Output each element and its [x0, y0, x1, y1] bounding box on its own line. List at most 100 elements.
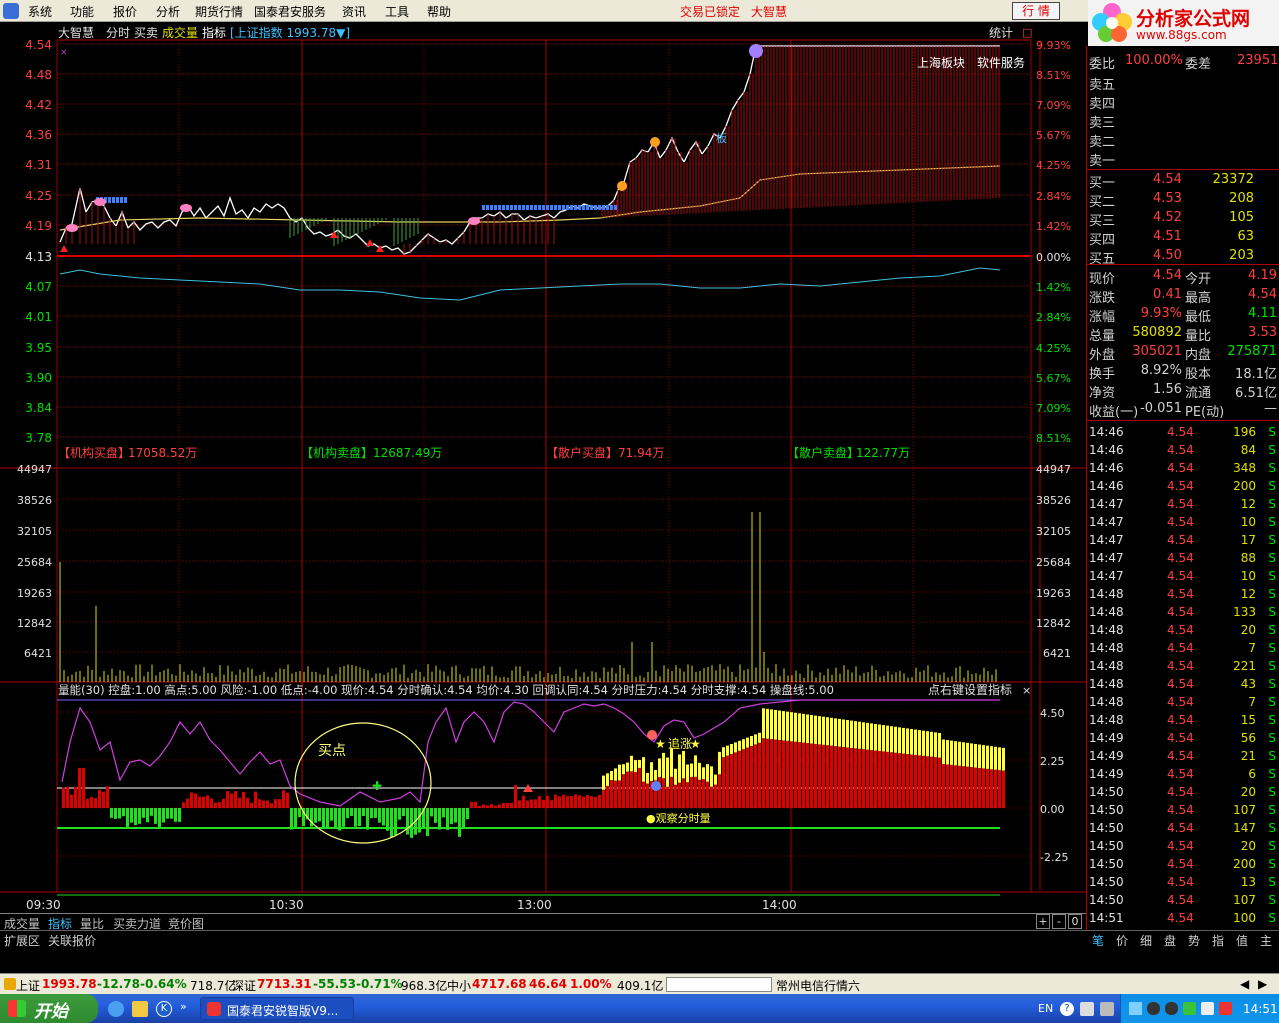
k-icon[interactable]: K — [156, 1001, 172, 1017]
brand-link[interactable]: 大智慧 — [751, 3, 787, 20]
task-button[interactable]: 国泰君安锐智版V9... — [200, 997, 354, 1020]
tick-row[interactable]: 14:48 4.54 15 S — [1087, 712, 1279, 730]
folder-icon[interactable] — [132, 1001, 148, 1017]
indicator-bar — [662, 778, 665, 808]
tick-row[interactable]: 14:49 4.54 56 S — [1087, 730, 1279, 748]
network-icon[interactable] — [1129, 1002, 1142, 1015]
sell-row: 卖一 — [1087, 149, 1279, 169]
tick-row[interactable]: 14:50 4.54 200 S — [1087, 856, 1279, 874]
menu-news[interactable]: 资讯 — [342, 3, 366, 20]
tick-row[interactable]: 14:48 4.54 12 S — [1087, 586, 1279, 604]
help-icon[interactable]: ? — [1060, 1002, 1074, 1016]
order-ratio-label: 委比 — [1089, 57, 1116, 72]
blue-marker — [550, 205, 553, 210]
index-info[interactable]: [上证指数 1993.78▼] — [230, 25, 350, 40]
tick-row[interactable]: 14:48 4.54 7 S — [1087, 694, 1279, 712]
tick-volume: 133 — [1233, 605, 1256, 619]
panel-close-icon[interactable]: □ — [1022, 26, 1032, 39]
menu-quote[interactable]: 报价 — [113, 3, 137, 20]
indicator-settings-hint[interactable]: 点右键设置指标 — [928, 682, 1012, 697]
tick-row[interactable]: 14:48 4.54 7 S — [1087, 640, 1279, 658]
tab-indicator[interactable]: 指标 — [202, 25, 226, 40]
tick-row[interactable]: 14:46 4.54 196 S — [1087, 424, 1279, 442]
status-sh-label[interactable]: 上证 — [16, 977, 40, 994]
indicator-bar — [922, 755, 925, 808]
tick-row[interactable]: 14:48 4.54 221 S — [1087, 658, 1279, 676]
vol-tick-right: 6421 — [1043, 647, 1071, 660]
tick-row[interactable]: 14:47 4.54 88 S — [1087, 550, 1279, 568]
tick-row[interactable]: 14:48 4.54 43 S — [1087, 676, 1279, 694]
status-zx-label[interactable]: 中小 — [447, 977, 471, 994]
tick-row[interactable]: 14:50 4.54 20 S — [1087, 784, 1279, 802]
tick-row[interactable]: 14:46 4.54 200 S — [1087, 478, 1279, 496]
security-icon[interactable] — [1219, 1002, 1232, 1015]
tick-row[interactable]: 14:49 4.54 6 S — [1087, 766, 1279, 784]
indicator-bar — [678, 782, 681, 808]
indicator-bar — [778, 739, 781, 808]
tick-row[interactable]: 14:49 4.54 21 S — [1087, 748, 1279, 766]
menu-system[interactable]: 系统 — [28, 3, 52, 20]
order-diff-value: 23951 — [1237, 53, 1279, 68]
indicator-bar-green — [398, 808, 401, 820]
indicator-bar-green — [330, 808, 333, 821]
intraday-chart[interactable]: 4.54 9.93% 4.48 8.51% 4.42 7.09% 4.36 5.67% 4.31… — [0, 22, 1086, 913]
language-indicator[interactable]: EN — [1038, 1002, 1053, 1015]
tick-row[interactable]: 14:48 4.54 133 S — [1087, 604, 1279, 622]
status-sz-label[interactable]: 深证 — [232, 977, 256, 994]
ime-icon[interactable] — [1080, 1002, 1094, 1016]
tick-side: S — [1268, 875, 1276, 889]
status-prev-arrow-icon[interactable]: ◀ — [1240, 977, 1249, 991]
tick-row[interactable]: 14:46 4.54 348 S — [1087, 460, 1279, 478]
status-next-arrow-icon[interactable]: ▶ — [1258, 977, 1267, 991]
menu-futures[interactable]: 期货行情 — [195, 3, 243, 20]
tick-row[interactable]: 14:47 4.54 12 S — [1087, 496, 1279, 514]
menu-function[interactable]: 功能 — [70, 3, 94, 20]
zoom-in-button[interactable]: + — [1036, 914, 1050, 929]
menu-tools[interactable]: 工具 — [385, 3, 409, 20]
blue-marker — [482, 205, 485, 210]
tick-row[interactable]: 14:47 4.54 10 S — [1087, 568, 1279, 586]
keyboard-icon[interactable] — [1100, 1002, 1114, 1016]
tick-row[interactable]: 14:47 4.54 10 S — [1087, 514, 1279, 532]
tab-timeshare[interactable]: 分时 — [106, 26, 130, 40]
indicator-bar-yellow — [638, 759, 641, 768]
quicklaunch-more-icon[interactable]: » — [180, 1000, 187, 1013]
tick-row[interactable]: 14:50 4.54 20 S — [1087, 838, 1279, 856]
menu-gtja-service[interactable]: 国泰君安服务 — [254, 3, 326, 20]
indicator-header[interactable]: 量能(30) 控盘:1.00 高点:5.00 风险:-1.00 低点:-4.00… — [58, 683, 834, 697]
tick-row[interactable]: 14:47 4.54 17 S — [1087, 532, 1279, 550]
start-button[interactable]: 开始 — [0, 994, 98, 1023]
stats-button[interactable]: 统计 — [989, 26, 1013, 40]
volume-icon[interactable] — [1201, 1002, 1214, 1015]
indicator-bar — [506, 802, 509, 808]
quote-mode-button[interactable]: 行 情 — [1012, 2, 1060, 20]
blue-marker — [606, 205, 609, 210]
tick-row[interactable]: 14:50 4.54 13 S — [1087, 874, 1279, 892]
qq2-icon[interactable] — [1165, 1002, 1178, 1015]
menu-help[interactable]: 帮助 — [427, 3, 451, 20]
sector-button[interactable]: 上海板块 — [917, 55, 965, 70]
tick-row[interactable]: 14:50 4.54 107 S — [1087, 892, 1279, 910]
qq-icon[interactable] — [1147, 1002, 1160, 1015]
tick-row[interactable]: 14:51 4.54 100 S — [1087, 910, 1279, 928]
indicator-bar — [590, 796, 593, 808]
tick-row[interactable]: 14:50 4.54 147 S — [1087, 820, 1279, 838]
trade-locked-link[interactable]: 交易已锁定 — [680, 3, 740, 20]
ie-icon[interactable] — [108, 1001, 124, 1017]
tab-volume[interactable]: 成交量 — [162, 25, 198, 40]
menu-analysis[interactable]: 分析 — [156, 3, 180, 20]
service-button[interactable]: 软件服务 — [977, 55, 1025, 70]
tab-buysell[interactable]: 买卖 — [134, 26, 158, 40]
app-icon[interactable] — [3, 3, 19, 19]
shield-icon[interactable] — [1183, 1002, 1196, 1015]
zero-button[interactable]: 0 — [1068, 914, 1082, 929]
chart-canvas[interactable]: 4.54 9.93% 4.48 8.51% 4.42 7.09% 4.36 5.67% 4.31… — [0, 22, 1086, 913]
tick-row[interactable]: 14:50 4.54 107 S — [1087, 802, 1279, 820]
indicator-close-icon[interactable]: × — [1022, 684, 1031, 697]
status-ticker[interactable]: 常州电信行情六 — [776, 977, 860, 994]
tick-row[interactable]: 14:48 4.54 20 S — [1087, 622, 1279, 640]
stat-value: 8.92% — [1140, 363, 1182, 378]
tick-row[interactable]: 14:46 4.54 84 S — [1087, 442, 1279, 460]
clock[interactable]: 14:51 — [1243, 1002, 1278, 1016]
zoom-out-button[interactable]: - — [1052, 914, 1066, 929]
